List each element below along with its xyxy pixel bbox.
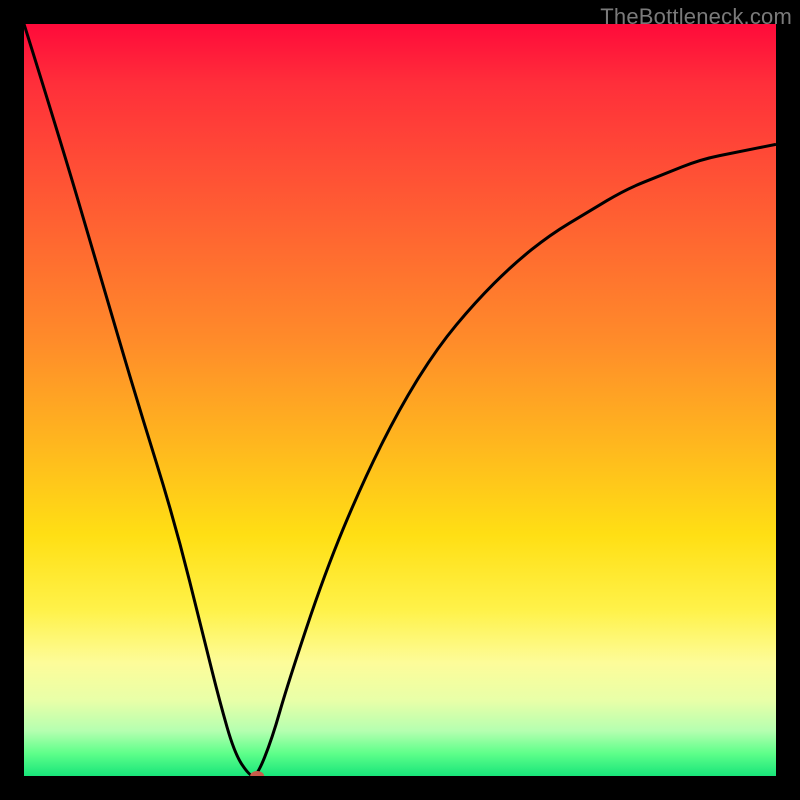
bottleneck-curve-path: [24, 24, 776, 776]
watermark-text: TheBottleneck.com: [600, 4, 792, 30]
curve-svg: [24, 24, 776, 776]
minimum-marker: [250, 771, 264, 776]
plot-area: [24, 24, 776, 776]
chart-frame: TheBottleneck.com: [0, 0, 800, 800]
